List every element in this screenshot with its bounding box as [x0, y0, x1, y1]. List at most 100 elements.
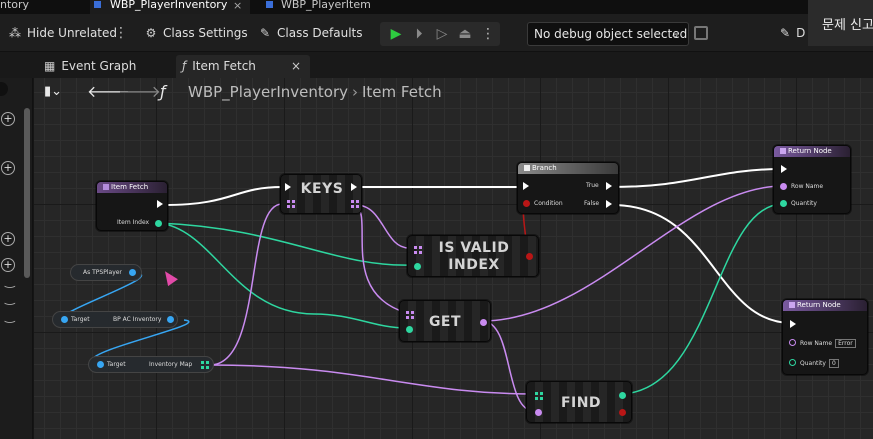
condition-pin[interactable] [523, 200, 530, 207]
graph-tab-bar: ▦ Event Graph ƒ Item Fetch × [0, 52, 873, 78]
add-variable-icon[interactable]: + [1, 112, 15, 126]
report-issue-popup[interactable]: 문제 신고 [808, 0, 873, 46]
target-pin[interactable] [97, 361, 104, 368]
item-out-pin[interactable] [480, 319, 487, 326]
class-defaults-label: Class Defaults [277, 26, 363, 40]
node-header: Return Node [783, 300, 867, 311]
node-title: IS VALID INDEX [438, 240, 510, 273]
close-tab-icon[interactable]: × [291, 55, 301, 77]
chevron-down-icon: ⌄ [669, 27, 680, 41]
target-pin-label: Target [107, 361, 126, 368]
true-exec-pin[interactable] [606, 182, 612, 190]
node-title: Branch [532, 164, 557, 172]
exec-in-pin[interactable] [790, 320, 796, 328]
class-defaults-button[interactable]: ✎ Class Defaults [258, 24, 363, 42]
tab-event-graph-label: Event Graph [61, 59, 137, 73]
tab-item-fetch-label: Item Fetch [192, 59, 256, 73]
hide-unrelated-button[interactable]: ⁂ Hide Unrelated [8, 24, 117, 42]
false-pin-label: False [584, 200, 600, 207]
exec-out-pin[interactable] [157, 200, 163, 208]
add-macro-icon[interactable]: + [1, 232, 15, 246]
doc-tab-wbp-playeritem[interactable]: WBP_PlayerItem [266, 0, 396, 14]
bp-ac-inventory-label: BP AC Inventory [113, 316, 162, 323]
false-exec-pin[interactable] [606, 200, 612, 208]
exec-in-pin[interactable] [523, 182, 529, 190]
quantity-pin[interactable] [789, 359, 796, 366]
object-out-pin[interactable] [167, 316, 174, 323]
map-in-pin[interactable] [535, 392, 543, 400]
find-node[interactable]: FIND [526, 381, 632, 423]
branch-node[interactable]: Branch True Condition False [517, 162, 619, 214]
inventory-map-node[interactable]: Target Inventory Map [88, 356, 214, 373]
inventory-map-label: Inventory Map [149, 361, 193, 368]
blueprint-icon [266, 1, 273, 8]
return-node-top[interactable]: Return Node Row Name Quantity [773, 145, 851, 214]
found-out-pin[interactable] [619, 409, 626, 416]
diff-button[interactable]: ✎ D [780, 24, 805, 42]
exec-in-pin[interactable] [781, 165, 787, 173]
debug-filter-icon[interactable] [694, 26, 708, 40]
debug-object-value: No debug object selected [534, 27, 688, 41]
map-out-pin[interactable] [201, 361, 209, 369]
quantity-field[interactable]: 0 [828, 359, 839, 368]
diff-label: D [796, 26, 806, 40]
keys-node[interactable]: KEYS [280, 174, 362, 214]
index-in-pin[interactable] [406, 326, 413, 333]
close-tab-icon[interactable]: × [233, 0, 242, 12]
debug-object-select[interactable]: No debug object selected ⌄ [527, 22, 689, 46]
is-valid-index-node[interactable]: IS VALID INDEX [407, 235, 539, 277]
row-name-pin[interactable] [789, 339, 796, 346]
add-dispatcher-icon[interactable]: + [1, 258, 15, 272]
branch-icon [524, 165, 530, 171]
add-function-icon[interactable]: + [1, 161, 15, 175]
step-into-icon[interactable]: ⏵ [411, 26, 427, 42]
panel-scrollbar[interactable] [24, 108, 30, 278]
array-out-pin[interactable] [351, 200, 359, 208]
item-fetch-entry-node[interactable]: Item Fetch Item Index [96, 181, 168, 231]
tab-event-graph[interactable]: ▦ Event Graph [44, 55, 172, 78]
exec-in-pin[interactable] [285, 183, 291, 191]
return-icon [780, 148, 786, 154]
stop-icon[interactable]: ⏏ [457, 26, 473, 42]
tab-item-fetch[interactable]: ƒ Item Fetch [176, 55, 310, 78]
object-out-pin[interactable] [129, 269, 136, 276]
array-in-pin[interactable] [414, 246, 422, 254]
more-options-icon[interactable]: ⋮ [480, 26, 496, 42]
class-settings-button[interactable]: ⚙ Class Settings [144, 24, 248, 42]
map-in-pin[interactable] [287, 200, 295, 208]
bp-ac-inventory-node[interactable]: Target BP AC Inventory [52, 311, 178, 328]
row-name-field[interactable]: Error [835, 339, 856, 348]
value-out-pin[interactable] [619, 392, 626, 399]
row-name-pin-label: Row Name [800, 340, 833, 347]
function-icon [103, 184, 109, 190]
more-options-icon[interactable]: ⋮ [114, 24, 128, 42]
item-index-pin[interactable] [155, 220, 162, 227]
row-name-pin[interactable] [780, 183, 787, 190]
exec-out-pin[interactable] [351, 183, 357, 191]
play-icon[interactable]: ▶ [388, 26, 404, 42]
return-value-pin[interactable] [526, 253, 533, 260]
return-node-bottom[interactable]: Return Node Row Name Error Quantity 0 [782, 299, 868, 375]
get-node[interactable]: GET [399, 300, 491, 342]
quantity-pin[interactable] [780, 200, 787, 207]
collapse-icon[interactable]: ‿ [5, 274, 15, 288]
blueprint-graph-canvas[interactable]: ▮⌄ 🡐 🡒 ƒ WBP_PlayerInventory › Item Fetch … [34, 78, 873, 439]
as-tps-player-label: As TPSPlayer [83, 269, 122, 276]
target-pin[interactable] [61, 316, 68, 323]
function-icon: ƒ [182, 59, 187, 73]
as-tps-player-node[interactable]: As TPSPlayer [70, 264, 142, 281]
doc-tab-wbp-playerinventory[interactable]: WBP_PlayerInventory [0, 0, 250, 14]
step-over-icon[interactable]: ▷ [434, 26, 450, 42]
index-in-pin[interactable] [414, 263, 421, 270]
diff-icon: ✎ [780, 26, 791, 40]
event-graph-icon: ▦ [44, 59, 56, 73]
collapse-icon[interactable]: ‿ [5, 309, 15, 323]
key-in-pin[interactable] [535, 409, 542, 416]
exec-wire [611, 168, 784, 188]
toolbar: ⁂ Hide Unrelated ⋮ ⚙ Class Settings ✎ Class… [0, 14, 873, 52]
condition-pin-label: Condition [534, 200, 563, 207]
array-in-pin[interactable] [406, 311, 414, 319]
exec-wire [163, 186, 283, 206]
hide-unrelated-label: Hide Unrelated [27, 26, 118, 40]
collapse-icon[interactable]: ‿ [5, 291, 15, 305]
